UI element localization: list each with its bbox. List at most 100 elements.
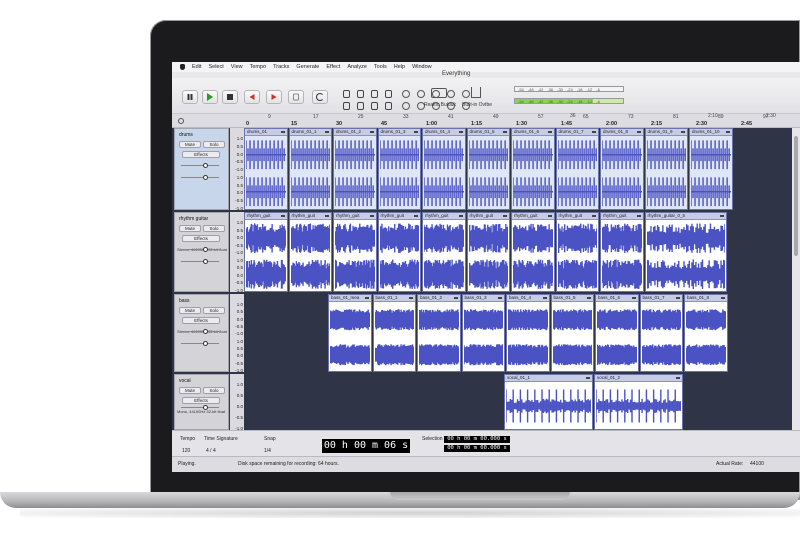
clip-title[interactable]: bass_01_4 <box>507 295 549 302</box>
solo-button[interactable]: Solo <box>203 307 225 314</box>
solo-button[interactable]: Solo <box>203 141 225 148</box>
pan-slider[interactable] <box>181 175 219 180</box>
gain-slider-knob[interactable] <box>203 329 208 334</box>
clip-menu-icon[interactable] <box>369 131 374 133</box>
menu-item[interactable]: Help <box>394 64 405 70</box>
clip-title[interactable]: vocal_01_1 <box>505 375 592 382</box>
timeline-options-icon[interactable] <box>178 118 184 124</box>
clip-title[interactable]: drums_01_9 <box>645 129 687 136</box>
clip-menu-icon[interactable] <box>325 131 329 133</box>
clip-title[interactable]: drums_01_2 <box>334 129 376 136</box>
time-display[interactable]: 00 h 00 m 06 s <box>322 439 410 453</box>
audio-clip[interactable]: bass_01_4 <box>506 294 550 372</box>
track-name[interactable]: bass <box>179 298 190 304</box>
clip-menu-icon[interactable] <box>280 131 285 133</box>
audio-clip[interactable]: bass_01_6 <box>595 294 639 372</box>
clip-title[interactable]: rhythm_guit <box>334 213 376 220</box>
menu-item[interactable]: Edit <box>192 64 201 70</box>
audio-clip[interactable]: drums_01_8 <box>600 128 644 210</box>
clip-menu-icon[interactable] <box>280 215 285 217</box>
clip-title[interactable]: rhythm_guit <box>378 213 420 220</box>
clip-menu-icon[interactable] <box>325 215 329 217</box>
audio-clip[interactable]: drums_01_5 <box>466 128 510 210</box>
effects-button[interactable]: Effects <box>182 397 220 404</box>
clip-menu-icon[interactable] <box>458 215 463 217</box>
clip-menu-icon[interactable] <box>592 131 596 133</box>
clip-title[interactable]: vocal_01_2 <box>595 375 682 382</box>
record-meter[interactable]: -54 -48 -42 -36 -30 -24 -18 -12 -6 <box>514 86 624 92</box>
pan-slider-knob[interactable] <box>203 341 208 346</box>
clip-title[interactable]: bass_01_3 <box>462 295 504 302</box>
clip-title[interactable]: bass_01_1 <box>373 295 415 302</box>
clip-title[interactable]: bass_01_6 <box>596 295 638 302</box>
mute-button[interactable]: Mute <box>179 387 201 394</box>
audio-clip[interactable]: bass_01_mea <box>328 294 372 372</box>
clip-menu-icon[interactable] <box>542 297 547 299</box>
multi-tool-icon[interactable] <box>340 100 352 111</box>
audio-clip[interactable]: rhythm_guit <box>555 212 599 292</box>
clip-menu-icon[interactable] <box>676 377 680 379</box>
audio-clip[interactable]: rhythm_guit <box>600 212 644 292</box>
clip-menu-icon[interactable] <box>547 131 552 133</box>
track-lane[interactable]: drums_01 drums_01_1 drums_01_2 drums_01_3 dr… <box>244 128 792 210</box>
clip-title[interactable]: drums_01_4 <box>423 129 465 136</box>
menu-item[interactable]: Select <box>208 64 223 70</box>
clip-menu-icon[interactable] <box>636 215 641 217</box>
clip-title[interactable]: bass_01_2 <box>418 295 460 302</box>
clip-title[interactable]: bass_01_8 <box>685 295 727 302</box>
track-name[interactable]: drums <box>179 132 193 138</box>
audio-clip[interactable]: rhythm_guit <box>377 212 421 292</box>
effects-button[interactable]: Effects <box>182 151 220 158</box>
clip-title[interactable]: rhythm_guit <box>512 213 554 220</box>
clip-title[interactable]: bass_01_mea <box>329 295 371 302</box>
menu-item[interactable]: Tempo <box>250 64 267 70</box>
share-label[interactable]: Built-in Ovtbe <box>462 102 492 108</box>
track-name[interactable]: vocal <box>179 378 191 384</box>
audio-clip[interactable]: bass_01_3 <box>461 294 505 372</box>
audio-clip[interactable]: drums_01_3 <box>377 128 421 210</box>
clip-title[interactable]: drums_01 <box>245 129 287 136</box>
skip-to-start-button[interactable] <box>244 90 260 104</box>
selection-end[interactable]: 00 h 00 m 00.000 s <box>444 445 510 452</box>
clip-menu-icon[interactable] <box>719 215 724 217</box>
track-lane[interactable]: rhythm_guit rhythm_guit rhythm_guit rhythm_… <box>244 212 792 292</box>
clip-menu-icon[interactable] <box>720 297 725 299</box>
clip-menu-icon[interactable] <box>676 297 680 299</box>
gain-slider[interactable] <box>181 247 219 252</box>
zoom-tool-icon[interactable] <box>382 88 394 99</box>
track-header[interactable]: vocal Mute Solo Effects Mono, 44100Hz 32-bit… <box>174 374 229 430</box>
gain-slider[interactable] <box>181 405 219 410</box>
clip-title[interactable]: rhythm_guit <box>245 213 287 220</box>
timeline-ruler[interactable]: 0 15 30 45 1:00 1:15 1:30 1:45 2:00 2:15 2:30 2:45 9… <box>172 113 800 128</box>
track-header[interactable]: rhythm guitarMuteSoloEffectsStereo, 4410… <box>174 212 229 292</box>
mute-button[interactable]: Mute <box>179 225 201 232</box>
selection-tool-icon[interactable] <box>340 88 352 99</box>
clip-menu-icon[interactable] <box>414 131 418 133</box>
audio-clip[interactable]: bass_01_2 <box>417 294 461 372</box>
audio-clip[interactable]: bass_01_1 <box>372 294 416 372</box>
track-name[interactable]: rhythm guitar <box>179 216 208 222</box>
track-header[interactable]: drums Mute Solo Effects <box>174 128 229 210</box>
play-button[interactable] <box>202 90 218 104</box>
clip-title[interactable]: bass_01_5 <box>551 295 593 302</box>
cut-icon[interactable] <box>400 100 412 111</box>
menu-item[interactable]: Analyze <box>347 64 367 70</box>
menu-item[interactable]: View <box>231 64 243 70</box>
draw-tool-icon[interactable] <box>368 88 380 99</box>
clip-title[interactable]: bass_01_7 <box>640 295 682 302</box>
microphone-icon[interactable] <box>368 100 380 111</box>
track-header[interactable]: bassMuteSoloEffectsStereo, 44100Hz 32-bi… <box>174 294 229 372</box>
clip-title[interactable]: rhythm_guitar_0_5 <box>645 213 726 220</box>
tempo-value[interactable]: 120 <box>182 448 190 454</box>
menu-item[interactable]: Tools <box>374 64 387 70</box>
clip-title[interactable]: rhythm_guit <box>289 213 331 220</box>
audio-clip[interactable]: drums_01_10 <box>689 128 733 210</box>
envelope-tool-icon[interactable] <box>354 88 366 99</box>
audio-clip[interactable]: rhythm_guitar_0_5 <box>644 212 727 292</box>
clip-menu-icon[interactable] <box>414 215 418 217</box>
time-shift-tool-icon[interactable] <box>354 100 366 111</box>
clip-menu-icon[interactable] <box>409 297 413 299</box>
clip-title[interactable]: rhythm_guit <box>556 213 598 220</box>
snap-value[interactable]: 1/4 <box>264 448 271 454</box>
effects-button[interactable]: Effects <box>182 317 220 324</box>
